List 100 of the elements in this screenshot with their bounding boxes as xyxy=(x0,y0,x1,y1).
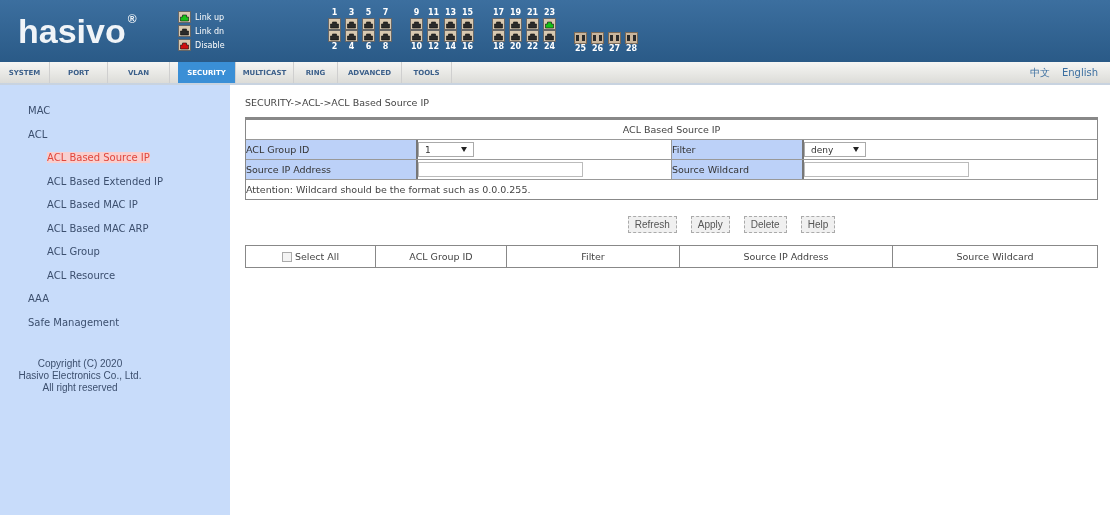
port-number: 17 xyxy=(492,8,505,18)
port-number: 28 xyxy=(625,44,638,54)
port-number: 1 xyxy=(331,8,338,18)
port-number: 27 xyxy=(608,44,621,54)
port-number: 16 xyxy=(461,42,474,52)
port-number: 21 xyxy=(526,8,539,18)
menu-item[interactable]: ACL Based Extended IP xyxy=(0,169,230,193)
attention-note: Attention: Wildcard should be the format such as 0.0.0.255. xyxy=(246,183,532,197)
field-label: ACL Group ID xyxy=(246,140,418,159)
input-field[interactable] xyxy=(418,162,583,177)
port-number: 22 xyxy=(526,42,539,52)
field-label: Source IP Address xyxy=(246,160,418,179)
ethernet-port-icon xyxy=(461,18,474,30)
ethernet-port-icon xyxy=(178,39,191,51)
port-number: 7 xyxy=(382,8,389,18)
column-heading: ACL Group ID xyxy=(376,246,507,267)
fiber-port-icon xyxy=(591,32,604,44)
ethernet-port-icon xyxy=(526,18,539,30)
fiber-port-icon xyxy=(574,32,587,44)
action-button[interactable]: Delete xyxy=(743,216,787,233)
ethernet-port-icon xyxy=(526,30,539,42)
port-number: 13 xyxy=(444,8,457,18)
dropdown-caret-icon xyxy=(853,147,859,152)
ethernet-port-icon xyxy=(345,18,358,30)
language-link[interactable]: 中文 xyxy=(1029,65,1050,80)
menu-item[interactable]: ACL Based MAC IP xyxy=(0,193,230,217)
ethernet-port-icon xyxy=(543,18,556,30)
port-number: 8 xyxy=(382,42,389,52)
ethernet-port-icon xyxy=(492,18,505,30)
ethernet-port-icon xyxy=(178,11,191,23)
port-number: 5 xyxy=(365,8,372,18)
ethernet-port-icon xyxy=(427,18,440,30)
legend-label: Link dn xyxy=(195,26,225,36)
ethernet-port-icon xyxy=(410,18,423,30)
input-field[interactable] xyxy=(804,162,969,177)
ethernet-port-icon xyxy=(543,30,556,42)
field-label: Filter xyxy=(672,140,804,159)
port-number: 20 xyxy=(509,42,522,52)
column-heading: Select All xyxy=(294,251,340,262)
menu-item[interactable]: ACL xyxy=(0,122,230,146)
ethernet-port-icon xyxy=(509,18,522,30)
port-number: 23 xyxy=(543,8,556,18)
menu-item[interactable]: ACL Group xyxy=(0,240,230,264)
ethernet-port-icon xyxy=(379,30,392,42)
form-title: ACL Based Source IP xyxy=(621,123,722,137)
column-heading: Source Wildcard xyxy=(955,250,1035,264)
port-number: 9 xyxy=(413,8,420,18)
select-field[interactable]: 1 xyxy=(418,142,474,157)
legend-label: Disable xyxy=(195,40,225,50)
menu-item[interactable]: ACL Based MAC ARP xyxy=(0,216,230,240)
ethernet-port-icon xyxy=(444,30,457,42)
language-link[interactable]: English xyxy=(1061,67,1098,78)
fiber-port-icon xyxy=(608,32,621,44)
ethernet-port-icon xyxy=(362,30,375,42)
port-number: 4 xyxy=(348,42,355,52)
menu-item[interactable]: AAA xyxy=(0,287,230,311)
ethernet-port-icon xyxy=(427,30,440,42)
copyright-text: Copyright (C) 2020 xyxy=(36,358,124,370)
port-number: 15 xyxy=(461,8,474,18)
port-number: 18 xyxy=(492,42,505,52)
action-button[interactable]: Help xyxy=(800,216,836,233)
action-button[interactable]: Refresh xyxy=(627,216,677,233)
menu-item[interactable]: MAC xyxy=(0,99,230,123)
port-number: 25 xyxy=(574,44,587,54)
ethernet-port-icon xyxy=(461,30,474,42)
ethernet-port-icon xyxy=(492,30,505,42)
port-number: 11 xyxy=(427,8,440,18)
copyright-text: Hasivo Electronics Co., Ltd. xyxy=(17,370,143,382)
port-number: 26 xyxy=(591,44,604,54)
column-heading: Source IP Address xyxy=(680,246,893,267)
breadcrumb: SECURITY->ACL->ACL Based Source IP xyxy=(245,97,430,108)
port-number: 2 xyxy=(331,42,338,52)
menu-item[interactable]: ACL Resource xyxy=(0,263,230,287)
port-number: 14 xyxy=(444,42,457,52)
menu-item[interactable]: Safe Management xyxy=(0,310,230,334)
legend-label: Link up xyxy=(195,12,225,22)
ethernet-port-icon xyxy=(509,30,522,42)
ethernet-port-icon xyxy=(345,30,358,42)
ethernet-port-icon xyxy=(328,30,341,42)
port-number: 10 xyxy=(410,42,423,52)
port-number: 24 xyxy=(543,42,556,52)
ethernet-port-icon xyxy=(328,18,341,30)
fiber-port-icon xyxy=(625,32,638,44)
port-number: 19 xyxy=(509,8,522,18)
column-heading: Filter xyxy=(507,246,680,267)
port-number: 6 xyxy=(365,42,372,52)
ethernet-port-icon xyxy=(444,18,457,30)
dropdown-caret-icon xyxy=(461,147,467,152)
ethernet-port-icon xyxy=(178,25,191,37)
logo: hasivo® xyxy=(18,11,138,51)
checkbox[interactable] xyxy=(281,251,292,262)
port-number: 12 xyxy=(427,42,440,52)
select-field[interactable]: deny xyxy=(804,142,866,157)
ethernet-port-icon xyxy=(379,18,392,30)
ethernet-port-icon xyxy=(362,18,375,30)
ethernet-port-icon xyxy=(410,30,423,42)
port-number: 3 xyxy=(348,8,355,18)
copyright-text: All right reserved xyxy=(41,382,119,394)
field-label: Source Wildcard xyxy=(672,160,804,179)
action-button[interactable]: Apply xyxy=(690,216,730,233)
